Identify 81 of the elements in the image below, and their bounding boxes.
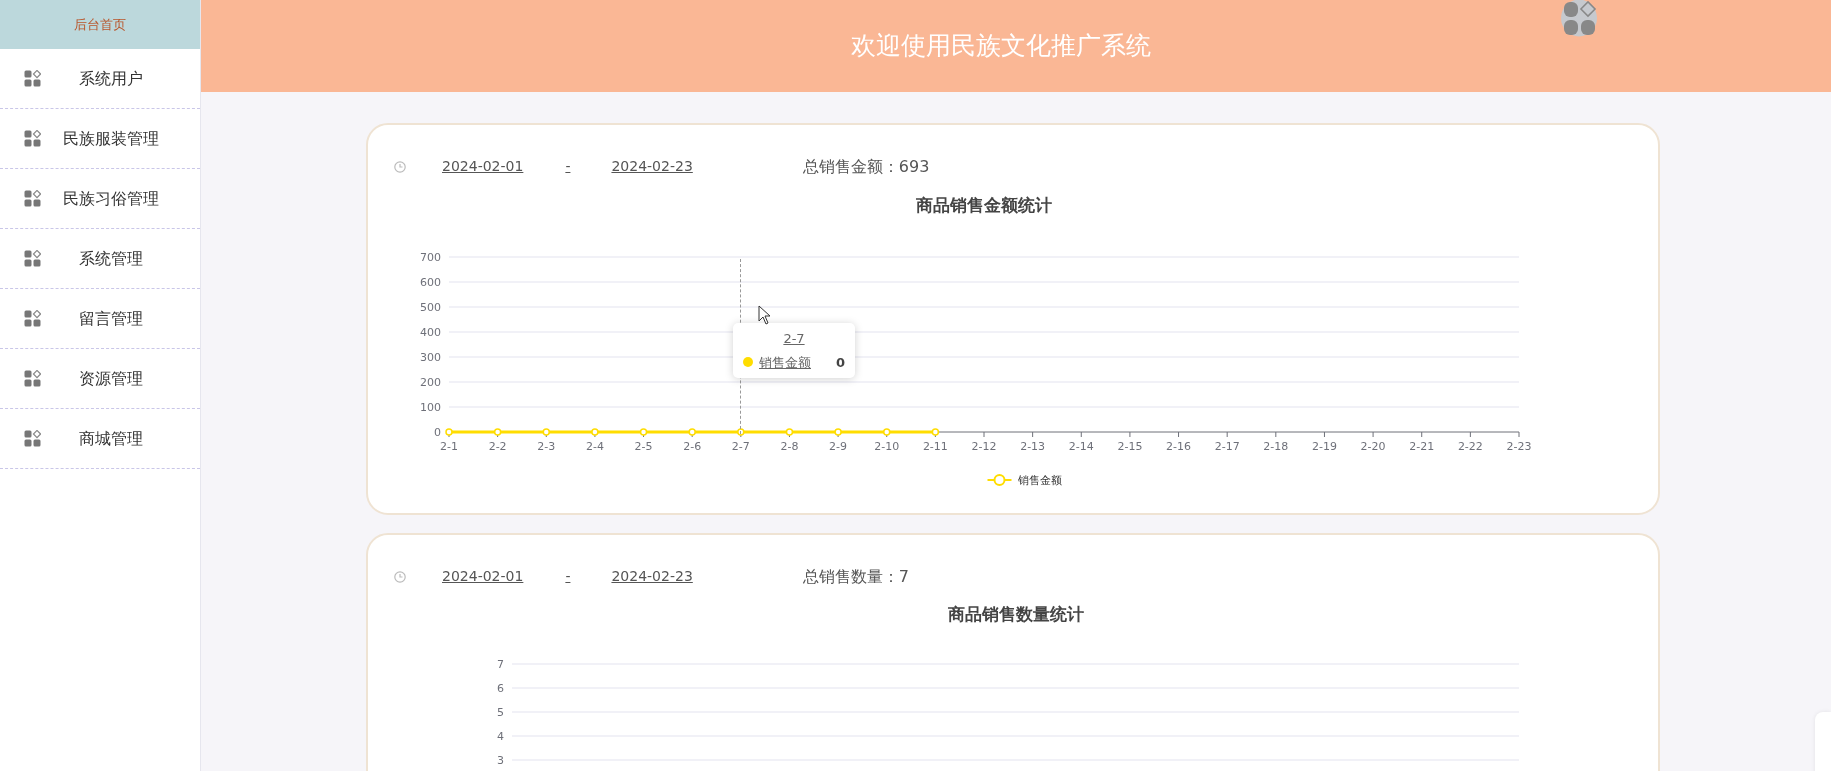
axis-label: 2-7 xyxy=(731,440,750,453)
axis-label: 5 xyxy=(497,706,504,719)
date-field[interactable]: 2024-02-23 xyxy=(611,566,693,587)
axis-label: 2-23 xyxy=(1506,440,1532,453)
date-field[interactable]: 2024-02-23 xyxy=(611,156,693,177)
grid-icon xyxy=(24,190,41,207)
grid-icon xyxy=(24,70,41,87)
sidebar-item[interactable]: 系统用户 xyxy=(0,49,200,109)
tooltip-title: 2-7 xyxy=(782,330,806,348)
avatar-icon[interactable] xyxy=(1561,0,1597,37)
axis-label: 2-19 xyxy=(1311,440,1337,453)
axis-label: 2-22 xyxy=(1457,440,1483,453)
axis-label: 6 xyxy=(497,682,504,695)
date-field[interactable]: 2024-02-01 xyxy=(442,156,524,177)
axis-label: 2-14 xyxy=(1068,440,1094,453)
data-point xyxy=(493,428,502,436)
axis-label: 300 xyxy=(420,351,441,364)
axis-label: 2-6 xyxy=(683,440,702,453)
sidebar-item[interactable]: 民族服装管理 xyxy=(0,109,200,169)
axis-label: 2-8 xyxy=(780,440,799,453)
data-point xyxy=(737,428,745,436)
axis-label: 200 xyxy=(420,376,441,389)
data-point xyxy=(445,428,453,436)
grid-icon xyxy=(24,130,41,147)
axis-label: 2-20 xyxy=(1360,440,1386,453)
clock-icon xyxy=(394,160,406,173)
total-summary: 总销售数量：7 xyxy=(802,565,909,588)
grid-icon xyxy=(24,430,41,447)
axis-label: 2-18 xyxy=(1263,440,1289,453)
data-point xyxy=(931,428,940,436)
data-point xyxy=(883,428,891,436)
data-point xyxy=(785,428,794,436)
axis-label: 2-15 xyxy=(1117,440,1143,453)
axis-label: 400 xyxy=(420,326,441,339)
axis-label: 2-4 xyxy=(585,440,604,453)
data-point xyxy=(591,428,599,436)
axis-label: 2-21 xyxy=(1409,440,1435,453)
axis-label: 600 xyxy=(420,276,441,289)
date-separator: - xyxy=(565,157,571,176)
axis-label: 2-2 xyxy=(488,440,507,453)
axis-label: 2-11 xyxy=(922,440,948,453)
axis-label: 2-1 xyxy=(440,440,458,453)
series-dot xyxy=(743,357,753,368)
data-point xyxy=(688,428,696,436)
axis-label: 2-3 xyxy=(537,440,556,453)
axis-label: 4 xyxy=(497,730,504,743)
grid-icon xyxy=(24,310,41,327)
sidebar-item[interactable]: 留言管理 xyxy=(0,289,200,349)
chart-title: 商品销售金额统计 xyxy=(916,195,1052,215)
axis-label: 100 xyxy=(420,401,441,414)
axis-label: 2-5 xyxy=(634,440,653,453)
axis-label: 2-10 xyxy=(874,440,900,453)
data-point xyxy=(542,428,550,436)
sidebar-item[interactable]: 系统管理 xyxy=(0,229,200,289)
tooltip-series-name: 销售金额 xyxy=(759,353,812,372)
axis-label: 500 xyxy=(420,301,441,314)
data-point xyxy=(639,428,648,436)
sidebar-item[interactable]: 商城管理 xyxy=(0,409,200,469)
clock-icon xyxy=(394,570,406,583)
sidebar-item[interactable]: 民族习俗管理 xyxy=(0,169,200,229)
axis-label: 2-13 xyxy=(1020,440,1046,453)
axis-label: 0 xyxy=(434,426,441,439)
tooltip-value: 0 xyxy=(835,353,845,372)
legend-icon xyxy=(986,474,1013,486)
grid-icon xyxy=(24,370,41,387)
axis-label: 2-17 xyxy=(1214,440,1240,453)
total-summary: 总销售金额：693 xyxy=(802,155,930,178)
data-point xyxy=(834,428,842,436)
axis-label: 2-9 xyxy=(829,440,848,453)
page-title: 欢迎使用民族文化推广系统 xyxy=(851,30,1151,63)
date-field[interactable]: 2024-02-01 xyxy=(442,566,524,587)
legend-label: 销售金额 xyxy=(1017,474,1062,487)
axis-label: 3 xyxy=(497,754,504,767)
sidebar-item[interactable]: 资源管理 xyxy=(0,349,200,409)
axis-label: 2-16 xyxy=(1166,440,1192,453)
axis-label: 700 xyxy=(420,251,441,264)
date-separator: - xyxy=(565,567,571,586)
grid-icon xyxy=(24,250,41,267)
axis-label: 7 xyxy=(497,658,504,671)
axis-label: 2-12 xyxy=(971,440,997,453)
chart-title: 商品销售数量统计 xyxy=(947,604,1084,624)
